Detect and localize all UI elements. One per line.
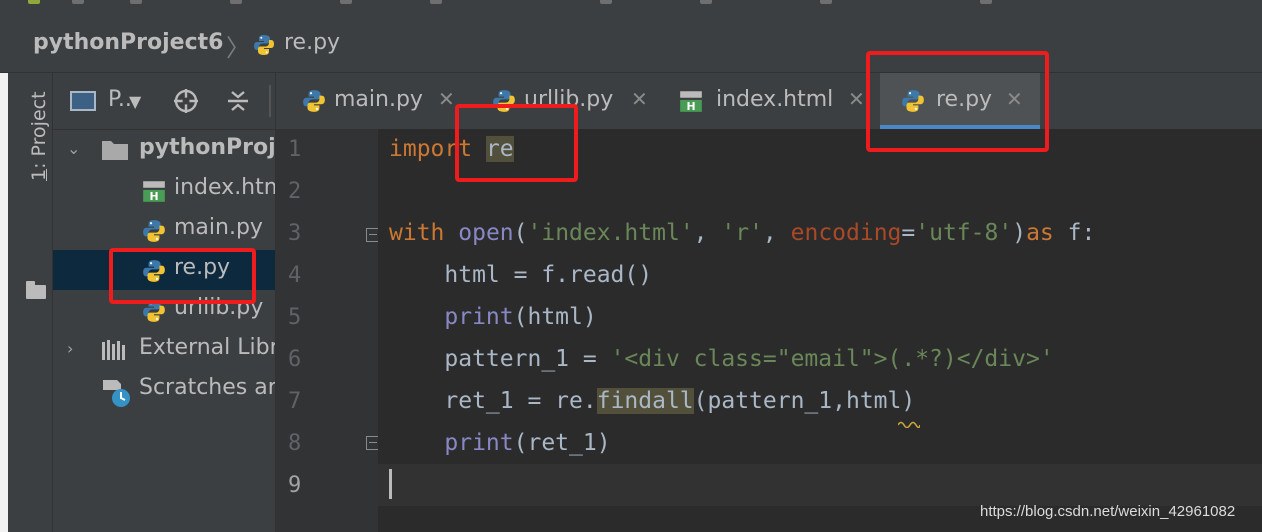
chevron-down-icon[interactable]: ▼ [129,92,141,111]
chevron-down-icon[interactable]: ⌄ [67,139,80,158]
line-number: 3 [288,221,302,246]
app-icon-fragment [28,0,40,4]
string-literal: 'r' [721,220,763,246]
code-text: (pattern_1,html) [693,388,916,414]
code-line-4: html = f.read() [389,262,653,288]
library-icon [102,340,125,360]
code-line-3: with open('index.html', 'r', encoding='u… [389,220,1095,246]
breadcrumb-file[interactable]: re.py [284,30,340,55]
project-toolbar: P.. ▼ [53,73,275,130]
menu-fragment [430,0,442,4]
locate-file-icon[interactable] [173,88,199,114]
close-icon[interactable]: ✕ [848,87,865,111]
code-text: (ret_1) [513,430,611,456]
editor-gutter[interactable]: 1 2 3 4 5 6 7 8 9 [276,129,380,532]
tree-item-label: Scratches ar [139,375,276,400]
line-number: 5 [288,305,302,330]
menu-fragment [230,0,242,4]
code-punct: , [762,220,791,246]
menu-fragment [72,0,84,4]
html-file-icon [678,88,704,114]
background-window-edge [0,16,8,532]
warning-squiggle-icon [898,421,920,428]
project-pane-icon[interactable] [70,91,96,111]
menu-fragment [700,0,712,4]
named-parameter: encoding [790,220,902,246]
code-text: ret_1 = re. [389,388,597,414]
code-text: (html) [513,304,597,330]
code-text: f: [1053,220,1096,246]
scratches-icon [103,380,130,407]
close-icon[interactable]: ✕ [631,87,648,111]
left-tool-stripe: 1: Project [8,73,53,532]
keyword-as: as [1026,220,1054,246]
builtin-print: print [444,430,514,456]
annotation-box-tree-item [109,248,256,304]
tree-item-label: index.htm [174,175,276,200]
builtin-open: open [458,220,514,246]
menu-fragment [340,0,352,4]
python-file-icon [141,218,167,244]
annotation-box-active-tab [866,51,1049,152]
tab-label: main.py [334,87,423,112]
string-literal: '<div class="email">(.*?)</div>' [610,346,1054,372]
close-icon[interactable]: ✕ [438,87,455,111]
code-text: pattern_1 = [389,346,611,372]
tab-main-py[interactable]: main.py ✕ [296,73,476,129]
breadcrumb-separator-icon: 〉 [226,34,250,62]
tree-item-project-root[interactable]: ⌄ pythonProj [53,130,275,170]
code-line-7: ret_1 = re.findall(pattern_1,html) [389,388,915,414]
line-number: 4 [288,263,302,288]
collapse-all-icon[interactable] [225,88,251,114]
folder-icon [26,281,46,299]
menu-strip [0,0,1262,16]
tree-item-external-libraries[interactable]: › External Libr [53,330,275,370]
code-punct: = [901,220,916,246]
line-number: 1 [288,137,302,162]
annotation-box-import [455,104,578,182]
tree-item-label: main.py [174,215,263,240]
keyword-with: with [389,220,445,246]
python-file-icon [252,33,276,57]
navigation-breadcrumb: pythonProject6 〉 re.py [0,16,1262,73]
builtin-print: print [444,304,514,330]
string-literal: 'index.html' [527,220,694,246]
code-line-8: print(ret_1) [389,430,611,456]
project-tool-window-label: 1: Project [28,91,50,181]
line-number: 7 [288,389,302,414]
menu-fragment [600,0,612,4]
code-punct: , [693,220,722,246]
toolbar-separator [269,85,271,117]
tree-item-scratches[interactable]: Scratches ar [53,370,275,410]
breadcrumb-project[interactable]: pythonProject6 [33,30,223,55]
tree-item-label: pythonProj [139,135,276,160]
folder-icon [102,141,128,160]
tab-label: index.html [716,87,834,112]
tree-item-label: External Libr [139,335,276,360]
chevron-right-icon[interactable]: › [67,339,73,358]
menu-fragment [820,0,832,4]
menu-fragment [130,0,142,4]
current-line-highlight [378,464,1262,506]
editor-tab-bar: main.py ✕ urllib.py ✕ index.html ✕ re.py… [276,73,1262,130]
html-file-icon [141,178,167,204]
line-number: 2 [288,179,302,204]
code-punct: ( [513,220,528,246]
line-number: 6 [288,347,302,372]
line-number-current: 9 [288,473,302,498]
text-caret [389,469,392,499]
tree-item-file[interactable]: index.htm [53,170,275,210]
tab-index-html[interactable]: index.html ✕ [676,73,876,129]
line-number: 8 [288,431,302,456]
code-punct: ) [1012,220,1027,246]
code-line-5: print(html) [389,304,597,330]
code-line-6: pattern_1 = '<div class="email">(.*?)</d… [389,346,1054,372]
watermark: https://blog.csdn.net/weixin_42961082 [980,503,1236,520]
string-literal: 'utf-8' [915,220,1013,246]
menu-fragment [980,0,992,4]
project-tool-window-button[interactable]: 1: Project [14,83,50,299]
function-name: findall [596,388,694,414]
python-file-icon [301,88,327,114]
tree-item-file[interactable]: main.py [53,210,275,250]
